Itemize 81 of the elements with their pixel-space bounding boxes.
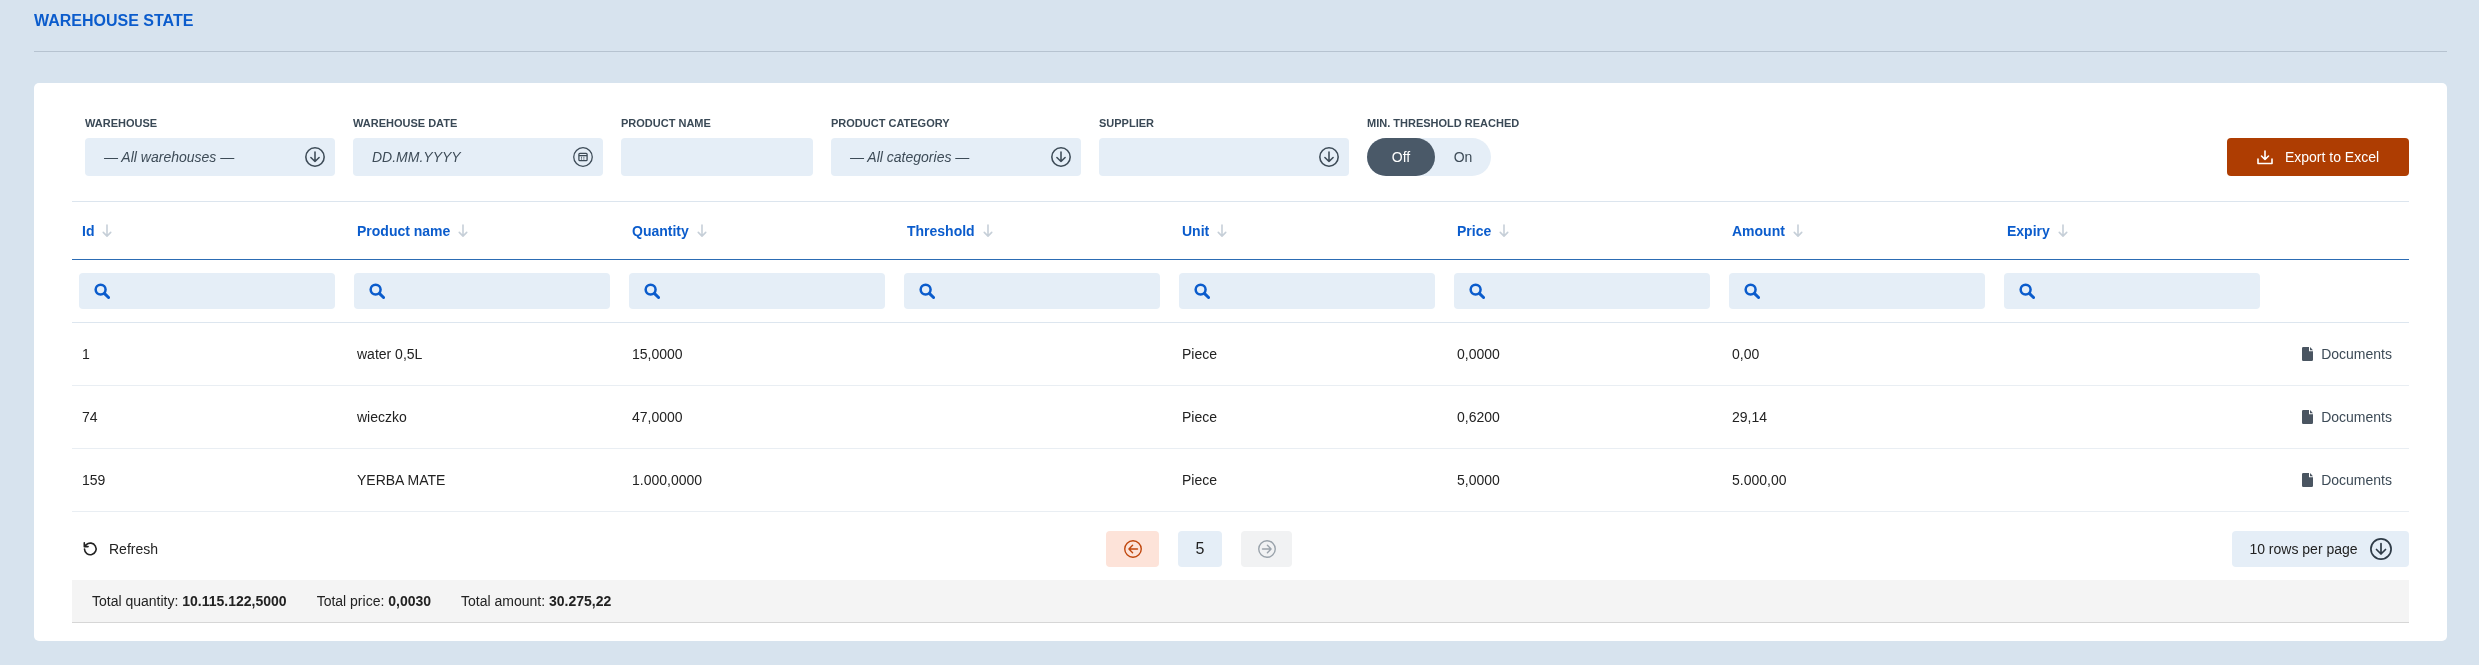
total-text: Total quantity: 10.115.122,5000 xyxy=(92,593,287,609)
rows-per-page-dropdown[interactable]: 10 rows per page xyxy=(2232,531,2409,567)
search-icon xyxy=(1194,283,1210,299)
search-icon xyxy=(644,283,660,299)
search-icon xyxy=(2019,283,2035,299)
filter-label: SUPPLIER xyxy=(1099,116,1154,130)
column-header[interactable]: Unit xyxy=(1182,222,1210,239)
total-text: Total amount: 30.275,22 xyxy=(461,593,612,609)
document-icon xyxy=(2302,347,2314,361)
total-text: Total price: 0,0030 xyxy=(316,593,432,609)
document-icon xyxy=(2302,473,2314,487)
documents-link[interactable]: Documents xyxy=(2302,409,2392,425)
table-cell: 5.000,00 xyxy=(1732,472,1787,488)
filter-label: WAREHOUSE DATE xyxy=(353,116,458,130)
refresh-icon xyxy=(82,541,98,557)
search-field[interactable] xyxy=(354,273,610,309)
column-header[interactable]: Threshold xyxy=(907,222,975,239)
search-icon xyxy=(94,283,110,299)
table-cell: 47,0000 xyxy=(632,409,683,425)
calendar-icon xyxy=(573,147,593,167)
down-arrow-icon xyxy=(982,224,993,237)
search-field[interactable] xyxy=(79,273,335,309)
toggle-option[interactable]: On xyxy=(1435,138,1491,176)
search-icon xyxy=(1469,283,1485,299)
table-cell: wieczko xyxy=(357,409,407,425)
down-arrow-icon xyxy=(1217,224,1228,237)
table-cell: 5,0000 xyxy=(1457,472,1500,488)
search-field[interactable] xyxy=(1454,273,1710,309)
documents-link[interactable]: Documents xyxy=(2302,472,2392,488)
column-header[interactable]: Quantity xyxy=(632,222,689,239)
document-icon xyxy=(2302,410,2314,424)
column-header[interactable]: Expiry xyxy=(2007,222,2050,239)
column-header[interactable]: Price xyxy=(1457,222,1492,239)
table-cell: 0,0000 xyxy=(1457,346,1500,362)
table-cell: 15,0000 xyxy=(632,346,683,362)
down-arrow-icon xyxy=(696,224,707,237)
documents-link[interactable]: Documents xyxy=(2302,346,2392,362)
filter-label: PRODUCT CATEGORY xyxy=(831,116,950,130)
search-field[interactable] xyxy=(2004,273,2260,309)
page-number[interactable]: 5 xyxy=(1178,531,1222,567)
page-title: WAREHOUSE STATE xyxy=(34,12,194,30)
dropdown-field[interactable]: — All warehouses — xyxy=(85,138,335,176)
down-arrow-icon xyxy=(1792,224,1803,237)
table-cell: 159 xyxy=(82,472,106,488)
filter-label: WAREHOUSE xyxy=(85,116,158,130)
search-icon xyxy=(369,283,385,299)
dropdown-field[interactable]: — All categories — xyxy=(831,138,1081,176)
table-cell: YERBA MATE xyxy=(357,472,446,488)
table-cell: Piece xyxy=(1182,409,1218,425)
search-field[interactable] xyxy=(629,273,885,309)
text-field[interactable] xyxy=(621,138,813,176)
table-cell: water 0,5L xyxy=(357,346,423,362)
column-header[interactable]: Amount xyxy=(1732,222,1785,239)
table-cell: 1.000,0000 xyxy=(632,472,703,488)
search-icon xyxy=(1744,283,1760,299)
down-arrow-icon xyxy=(102,224,113,237)
down-arrow-icon xyxy=(1499,224,1510,237)
download-icon xyxy=(2256,149,2273,165)
date-field[interactable]: DD.MM.YYYY xyxy=(353,138,603,176)
down-arrow-icon xyxy=(458,224,469,237)
column-header[interactable]: Id xyxy=(82,222,95,239)
table-cell: 1 xyxy=(82,346,90,362)
search-field[interactable] xyxy=(1179,273,1435,309)
search-icon xyxy=(919,283,935,299)
column-header[interactable]: Product name xyxy=(357,222,451,239)
table-cell: 0,6200 xyxy=(1457,409,1500,425)
table-cell: 29,14 xyxy=(1732,409,1768,425)
filter-label: MIN. THRESHOLD REACHED xyxy=(1367,116,1520,130)
table-cell: Piece xyxy=(1182,346,1218,362)
dropdown-field[interactable] xyxy=(1099,138,1349,176)
down-arrow-icon xyxy=(2057,224,2068,237)
refresh-button[interactable]: Refresh xyxy=(82,541,159,557)
search-field[interactable] xyxy=(1729,273,1985,309)
toggle-option[interactable]: Off xyxy=(1367,138,1435,176)
table-cell: 0,00 xyxy=(1732,346,1760,362)
table-cell: Piece xyxy=(1182,472,1218,488)
table-cell: 74 xyxy=(82,409,98,425)
previous-page-button[interactable] xyxy=(1106,531,1159,567)
export-button[interactable]: Export to Excel xyxy=(2227,138,2409,176)
search-field[interactable] xyxy=(904,273,1160,309)
filter-label: PRODUCT NAME xyxy=(621,116,711,130)
